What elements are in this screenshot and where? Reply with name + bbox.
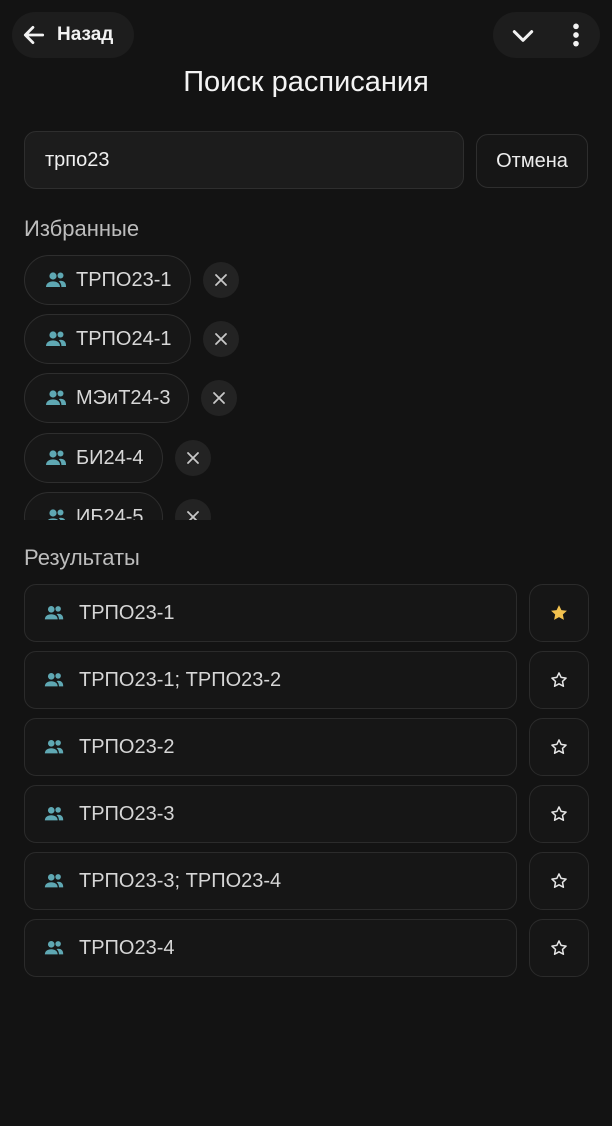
remove-favorite-button[interactable] xyxy=(174,440,211,476)
group-users-icon xyxy=(46,331,66,346)
search-input[interactable] xyxy=(24,131,464,189)
page-title: Поиск расписания xyxy=(183,66,429,98)
favorites-list: ТРПО23-1 ТРПО24-1 МЭиТ24-3 БИ24-4 ИБ24-5 xyxy=(0,250,612,520)
more-vertical-icon[interactable] xyxy=(563,22,589,48)
favorite-chip[interactable]: ТРПО24-1 xyxy=(24,314,191,364)
close-icon xyxy=(214,333,227,345)
favorite-toggle-button[interactable] xyxy=(529,584,589,642)
back-button[interactable]: Назад xyxy=(12,12,134,58)
results-heading: Результаты xyxy=(24,545,140,570)
group-users-icon xyxy=(46,272,66,287)
group-users-icon xyxy=(46,390,66,405)
back-label: Назад xyxy=(57,24,114,45)
favorite-label: МЭиТ24-3 xyxy=(76,386,171,409)
cancel-button[interactable]: Отмена xyxy=(476,134,588,188)
chevron-down-icon[interactable] xyxy=(510,23,536,49)
star-filled-icon xyxy=(551,605,567,620)
result-label: ТРПО23-2 xyxy=(79,735,175,758)
top-actions xyxy=(493,12,600,58)
group-users-icon xyxy=(44,606,64,620)
favorite-item: ИБ24-5 xyxy=(24,492,211,520)
favorite-toggle-button[interactable] xyxy=(529,718,589,776)
favorite-item: ТРПО23-1 xyxy=(24,255,239,305)
remove-favorite-button[interactable] xyxy=(202,321,239,357)
favorite-label: БИ24-4 xyxy=(76,446,144,469)
favorite-chip[interactable]: БИ24-4 xyxy=(24,433,163,483)
group-users-icon xyxy=(44,807,64,821)
favorite-label: ТРПО24-1 xyxy=(76,327,172,350)
favorite-toggle-button[interactable] xyxy=(529,852,589,910)
result-item[interactable]: ТРПО23-4 xyxy=(24,919,517,977)
favorite-chip[interactable]: ИБ24-5 xyxy=(24,492,163,520)
group-users-icon xyxy=(44,673,64,687)
result-item[interactable]: ТРПО23-3 xyxy=(24,785,517,843)
result-item[interactable]: ТРПО23-1 xyxy=(24,584,517,642)
favorite-chip[interactable]: ТРПО23-1 xyxy=(24,255,191,305)
close-icon xyxy=(186,511,199,520)
star-icon xyxy=(551,672,567,687)
favorites-heading: Избранные xyxy=(24,216,140,241)
result-label: ТРПО23-4 xyxy=(79,936,175,959)
favorite-item: БИ24-4 xyxy=(24,433,211,483)
star-icon xyxy=(551,806,567,821)
favorite-item: ТРПО24-1 xyxy=(24,314,239,364)
favorite-label: ИБ24-5 xyxy=(76,505,144,521)
star-icon xyxy=(551,873,567,888)
schedule-search-screen: Назад Поиск расписания Отмена Избранные … xyxy=(0,0,612,1126)
favorite-toggle-button[interactable] xyxy=(529,651,589,709)
remove-favorite-button[interactable] xyxy=(174,499,211,520)
group-users-icon xyxy=(47,509,66,520)
result-item[interactable]: ТРПО23-1; ТРПО23-2 xyxy=(24,651,517,709)
result-label: ТРПО23-1 xyxy=(79,601,175,624)
result-label: ТРПО23-3; ТРПО23-4 xyxy=(79,869,282,892)
arrow-left-icon xyxy=(23,26,45,44)
close-icon xyxy=(186,452,199,464)
favorite-chip[interactable]: МЭиТ24-3 xyxy=(24,373,190,423)
star-icon xyxy=(551,940,567,955)
result-label: ТРПО23-1; ТРПО23-2 xyxy=(79,668,282,691)
group-users-icon xyxy=(44,740,64,754)
close-icon xyxy=(213,392,226,404)
remove-favorite-button[interactable] xyxy=(202,262,239,298)
result-item[interactable]: ТРПО23-3; ТРПО23-4 xyxy=(24,852,517,910)
group-users-icon xyxy=(46,450,66,465)
favorite-item: МЭиТ24-3 xyxy=(24,373,238,423)
favorite-toggle-button[interactable] xyxy=(529,785,589,843)
result-label: ТРПО23-3 xyxy=(79,802,175,825)
favorite-label: ТРПО23-1 xyxy=(76,268,172,291)
favorite-toggle-button[interactable] xyxy=(529,919,589,977)
close-icon xyxy=(214,274,227,286)
remove-favorite-button[interactable] xyxy=(201,380,238,416)
star-icon xyxy=(551,739,567,754)
group-users-icon xyxy=(44,941,64,955)
group-users-icon xyxy=(44,874,64,888)
result-item[interactable]: ТРПО23-2 xyxy=(24,718,517,776)
